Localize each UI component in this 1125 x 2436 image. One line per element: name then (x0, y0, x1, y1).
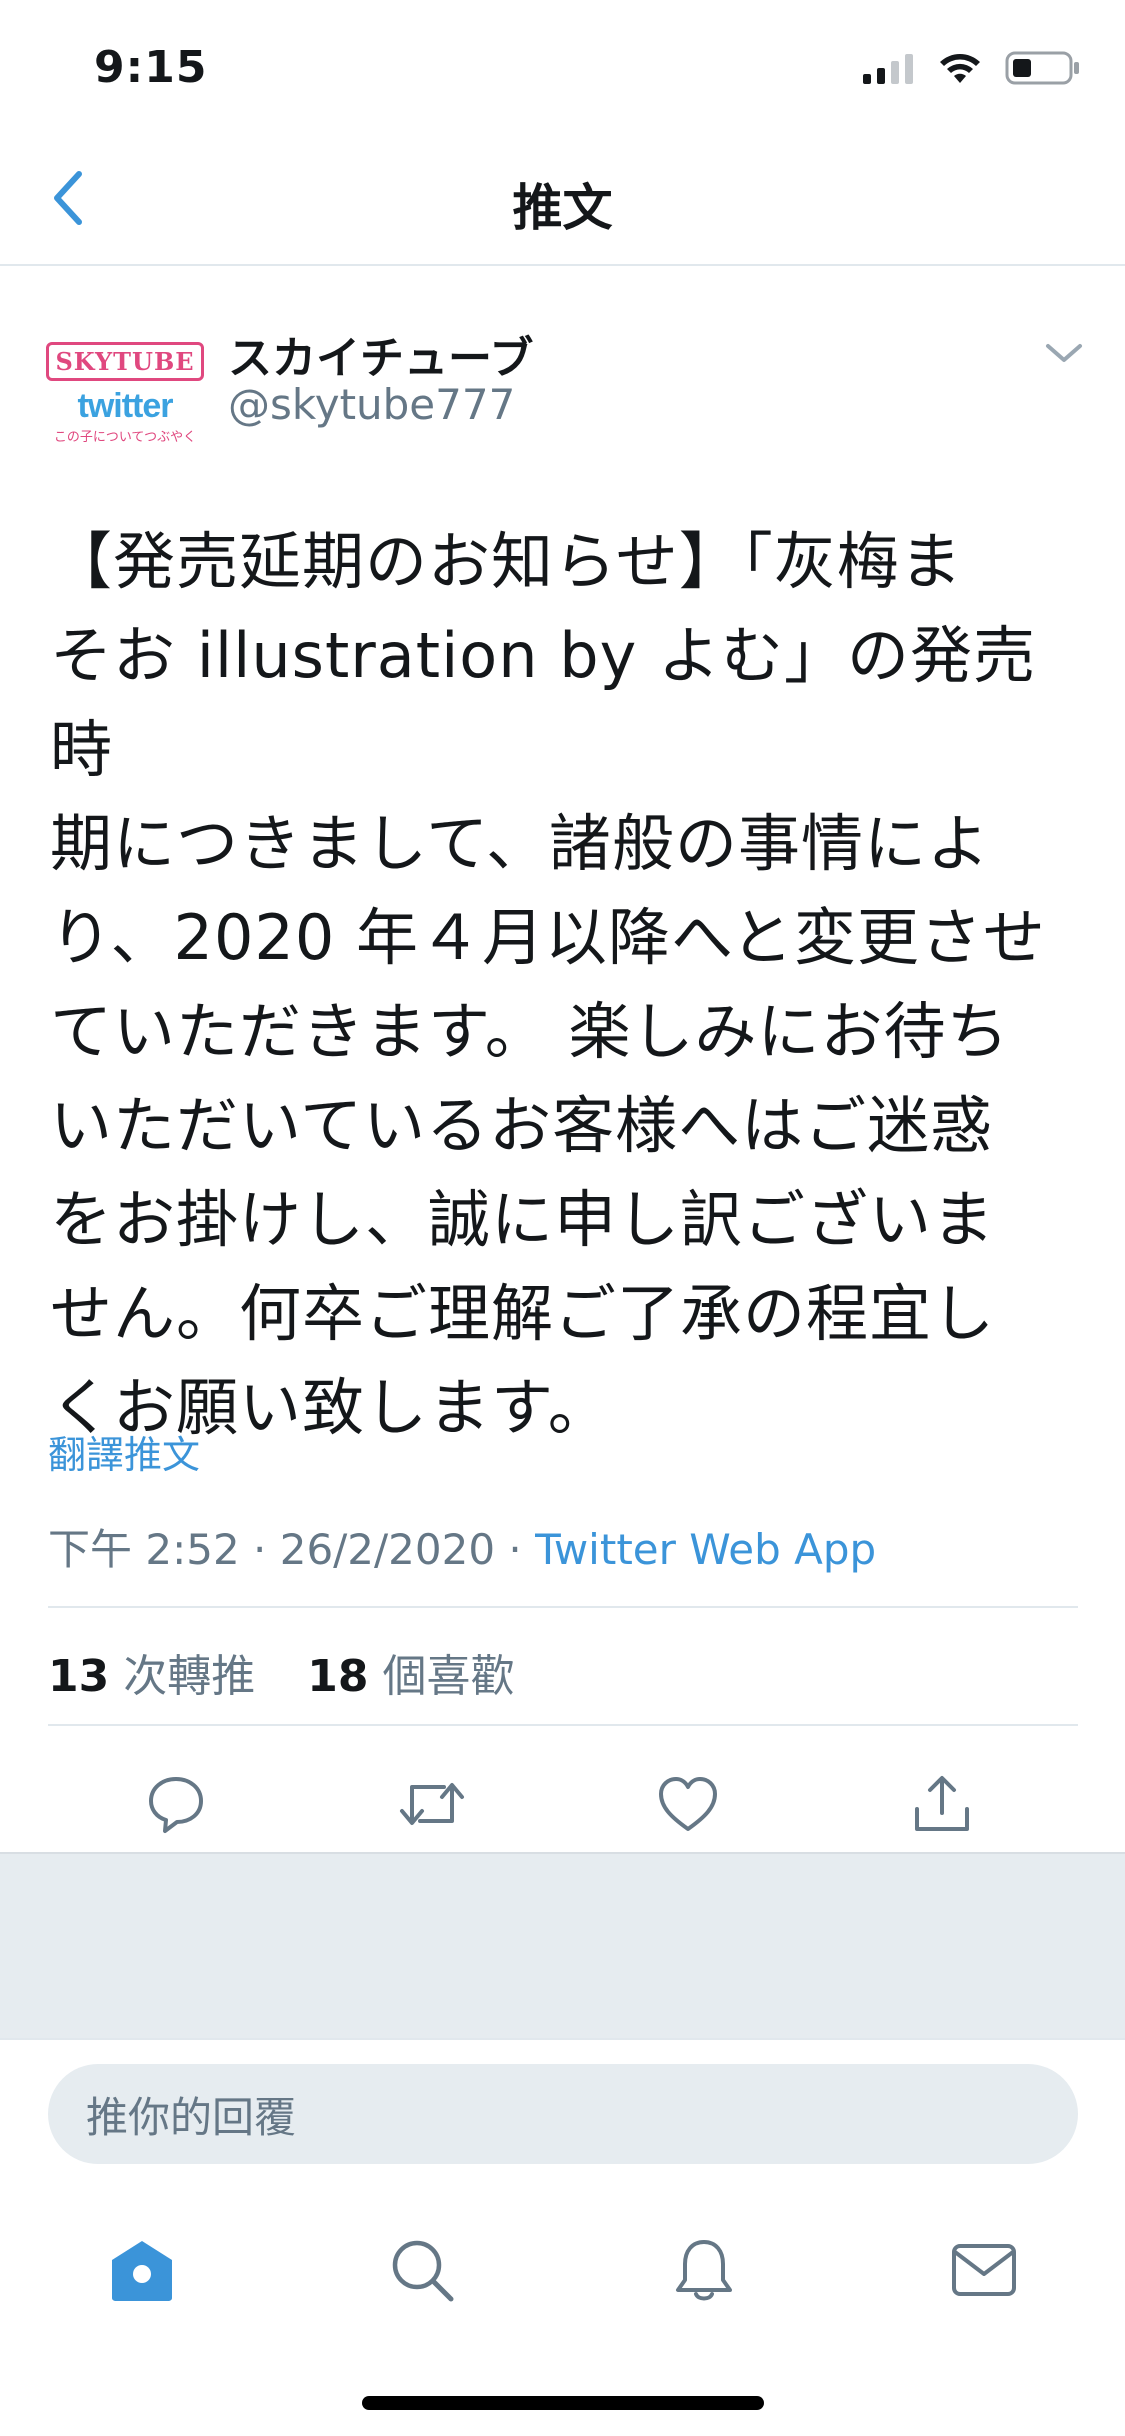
likes-stat[interactable]: 18 個喜歡 (307, 1651, 514, 1702)
tweet-text-line: そお illustration by よむ」の発売時 (50, 619, 1037, 786)
tweet-text-line: 【発売延期のお知らせ】「灰梅ま (50, 525, 963, 598)
user-handle[interactable]: @skytube777 (228, 380, 515, 429)
tweet-text-line: をお掛けし、誠に申し訳ございま (50, 1183, 996, 1256)
tweet-actions (0, 1756, 1125, 1852)
retweet-icon (400, 1783, 464, 1825)
nav-header: 推文 (0, 132, 1125, 266)
tweet-meta: 下午 2:52 · 26/2/2020 · Twitter Web App (48, 1516, 876, 1577)
retweets-stat[interactable]: 13 次轉推 (48, 1651, 255, 1702)
tweet-text-line: ていただきます。 楽しみにお待ち (50, 995, 1010, 1068)
signal-icon (863, 54, 913, 84)
status-icons (861, 50, 1081, 86)
tweet-text: 【発売延期のお知らせ】「灰梅ま そお illustration by よむ」の発… (50, 515, 1080, 1455)
wifi-icon (940, 54, 980, 83)
divider (48, 1724, 1078, 1726)
tweet-source-link[interactable]: Twitter Web App (535, 1525, 876, 1574)
chevron-down-icon (1046, 344, 1082, 362)
tweet-text-line: いただいているお客様へはご迷惑 (50, 1089, 994, 1162)
share-icon (915, 1776, 969, 1831)
retweet-label: 次轉推 (109, 1651, 256, 1702)
home-indicator[interactable] (362, 2396, 764, 2410)
tweet-text-line: り、2020 年４月以降へと変更させ (50, 901, 1046, 974)
reply-input[interactable]: 推你的回覆 (48, 2064, 1078, 2164)
tab-search[interactable] (382, 2230, 462, 2310)
battery-icon (1005, 51, 1079, 85)
search-icon (392, 2240, 454, 2302)
retweet-button[interactable] (384, 1756, 480, 1852)
display-name[interactable]: スカイチューブ (228, 322, 533, 386)
like-icon (659, 1777, 717, 1831)
notifications-icon (676, 2240, 732, 2301)
avatar-logo-bottom: twitter (77, 387, 174, 425)
tweet-timestamp: 下午 2:52 · 26/2/2020 · (48, 1525, 536, 1574)
divider (48, 1606, 1078, 1608)
status-bar: 9:15 (0, 0, 1125, 132)
avatar-logo-sub: この子についてつぶやく (53, 430, 197, 445)
reply-icon (149, 1777, 203, 1833)
empty-replies-area (0, 1852, 1125, 2038)
like-label: 個喜歡 (368, 1651, 515, 1702)
tweet-text-line: くお願い致します。 (50, 1371, 611, 1444)
home-icon (112, 2241, 172, 2301)
tweet-menu-button[interactable] (1040, 334, 1088, 374)
like-button[interactable] (640, 1756, 736, 1852)
tab-messages[interactable] (944, 2230, 1024, 2310)
avatar[interactable]: SKYTUBE twitter この子についてつぶやく (46, 322, 204, 452)
like-count: 18 (307, 1651, 369, 1702)
page-title: 推文 (512, 179, 613, 237)
status-time: 9:15 (94, 42, 208, 93)
translate-tweet-link[interactable]: 翻譯推文 (48, 1424, 200, 1479)
tweet-text-line: せん。何卒ご理解ご了承の程宜し (50, 1277, 996, 1350)
tweet-text-line: 期につきまして、諸般の事情によ (50, 807, 991, 880)
tab-notifications[interactable] (664, 2230, 744, 2310)
share-button[interactable] (894, 1756, 990, 1852)
messages-icon (952, 2244, 1016, 2296)
tab-home[interactable] (102, 2230, 182, 2310)
tab-bar (0, 2180, 1125, 2340)
avatar-logo-top: SKYTUBE (46, 342, 204, 381)
reply-bar: 推你的回覆 (0, 2038, 1125, 2164)
tweet-stats: 13 次轉推 18 個喜歡 (48, 1640, 514, 1704)
retweet-count: 13 (48, 1651, 110, 1702)
reply-button[interactable] (128, 1756, 224, 1852)
